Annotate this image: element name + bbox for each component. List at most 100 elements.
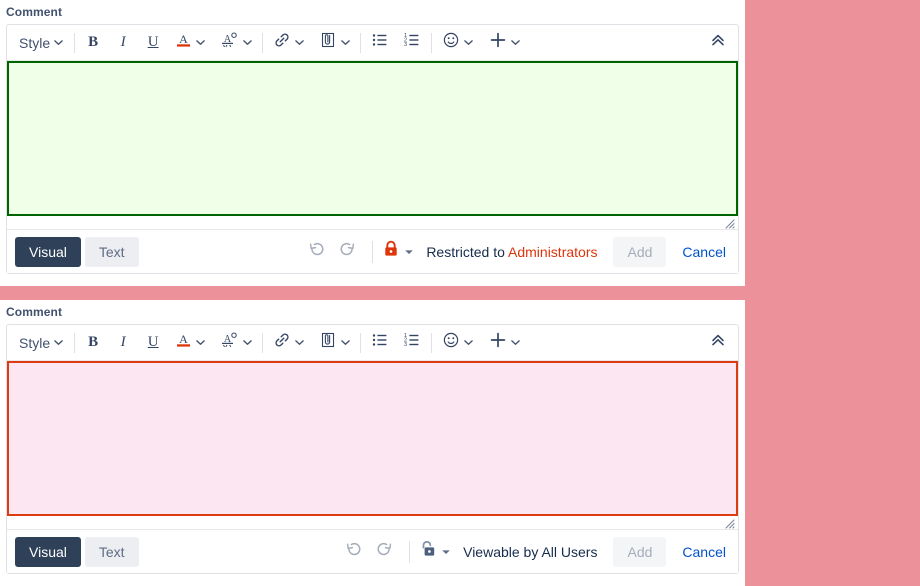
underline-button[interactable]: U — [142, 30, 164, 56]
plus-icon — [489, 331, 507, 354]
chevron-down-icon — [404, 247, 414, 257]
chevron-down-icon — [341, 338, 350, 347]
field-label-comment-2: Comment — [6, 305, 63, 319]
numbered-list-button[interactable]: 1 2 3 — [400, 30, 424, 56]
editor-footer-right-1: Restricted to Administrators Add Cancel — [302, 236, 730, 267]
chevron-down-icon — [464, 38, 473, 47]
comment-editor-panel-2: Comment Style B I U A A 1 2 3 Visual Tex… — [0, 300, 745, 586]
tab-visual-2[interactable]: Visual — [15, 536, 81, 567]
toolbar-separator — [262, 32, 264, 53]
text-color-icon: A — [175, 31, 192, 54]
highlight-color-button[interactable]: A — [217, 330, 255, 356]
paperclip-icon — [319, 331, 337, 354]
redo-button-2[interactable] — [369, 538, 399, 566]
editor-footer-1: Visual Text Restricted to Administrators… — [7, 229, 738, 273]
chevron-down-icon — [54, 338, 63, 347]
tab-visual-1[interactable]: Visual — [15, 236, 81, 267]
numbered-list-icon: 1 2 3 — [403, 31, 421, 54]
undo-button-1[interactable] — [302, 238, 332, 266]
restriction-prefix-2: Viewable by All Users — [463, 543, 598, 560]
italic-button[interactable]: I — [112, 330, 134, 356]
italic-label: I — [120, 34, 126, 50]
underline-label: U — [147, 334, 159, 350]
resize-handle-icon[interactable] — [723, 216, 735, 229]
chevron-down-icon — [243, 38, 252, 47]
highlight-color-button[interactable]: A — [217, 30, 255, 56]
svg-text:A: A — [179, 32, 188, 46]
collapse-toolbar-button[interactable] — [706, 330, 730, 356]
collapse-toolbar-button[interactable] — [706, 30, 730, 56]
text-color-button[interactable]: A — [172, 30, 208, 56]
chevron-down-icon — [196, 38, 205, 47]
text-color-button[interactable]: A — [172, 330, 208, 356]
editor-toolbar-1: Style B I U A A 1 2 3 — [7, 25, 738, 61]
toolbar-separator — [74, 32, 76, 53]
chevron-down-icon — [464, 338, 473, 347]
footer-separator — [372, 240, 374, 263]
comment-body-1[interactable] — [7, 61, 738, 216]
underline-label: U — [147, 34, 159, 50]
comment-body-2[interactable] — [7, 361, 738, 516]
toolbar-separator — [360, 332, 362, 353]
add-button-2[interactable]: Add — [613, 536, 667, 567]
tab-text-2[interactable]: Text — [84, 536, 139, 567]
link-button[interactable] — [270, 30, 307, 56]
tab-text-1[interactable]: Text — [84, 236, 139, 267]
emoji-button[interactable] — [439, 30, 476, 56]
toolbar-separator — [431, 332, 433, 353]
bold-label: B — [88, 34, 99, 50]
style-dropdown[interactable]: Style — [15, 30, 67, 56]
svg-text:3: 3 — [404, 342, 407, 348]
editor-footer-right-2: Viewable by All Users Add Cancel — [339, 536, 730, 567]
chevron-down-icon — [54, 38, 63, 47]
bold-button[interactable]: B — [82, 330, 104, 356]
cancel-button-1[interactable]: Cancel — [682, 244, 726, 260]
numbered-list-button[interactable]: 1 2 3 — [400, 330, 424, 356]
editor-mode-tabs-1: Visual Text — [15, 236, 139, 267]
insert-more-button[interactable] — [486, 30, 523, 56]
lock-open-icon — [420, 540, 436, 563]
bold-button[interactable]: B — [82, 30, 104, 56]
attachment-button[interactable] — [316, 330, 353, 356]
link-button[interactable] — [270, 330, 307, 356]
editor-footer-2: Visual Text Viewable by All Users Add Ca… — [7, 529, 738, 573]
add-button-1[interactable]: Add — [613, 236, 667, 267]
plus-icon — [489, 31, 507, 54]
page-root: Comment Style B I U A A 1 2 3 Visual Tex… — [0, 0, 920, 586]
bold-label: B — [88, 334, 99, 350]
underline-button[interactable]: U — [142, 330, 164, 356]
restriction-dropdown-1[interactable] — [383, 240, 414, 263]
restriction-label-1: Restricted to Administrators — [426, 244, 597, 260]
numbered-list-icon: 1 2 3 — [403, 331, 421, 354]
cancel-button-2[interactable]: Cancel — [682, 544, 726, 560]
link-icon — [273, 331, 291, 354]
redo-button-1[interactable] — [332, 238, 362, 266]
insert-more-button[interactable] — [486, 330, 523, 356]
bullet-list-button[interactable] — [368, 330, 392, 356]
chevron-down-icon — [295, 338, 304, 347]
undo-icon — [308, 240, 326, 263]
attachment-button[interactable] — [316, 30, 353, 56]
chevron-down-icon — [511, 338, 520, 347]
resize-handle-icon[interactable] — [723, 516, 735, 529]
style-dropdown-label: Style — [19, 334, 51, 351]
editor-resize-row-2 — [7, 516, 738, 529]
style-dropdown[interactable]: Style — [15, 330, 67, 356]
italic-button[interactable]: I — [112, 30, 134, 56]
undo-icon — [345, 540, 363, 563]
highlight-color-icon: A — [220, 331, 239, 354]
bullet-list-icon — [371, 331, 389, 354]
redo-icon — [375, 540, 393, 563]
undo-button-2[interactable] — [339, 538, 369, 566]
chevron-down-icon — [511, 38, 520, 47]
style-dropdown-label: Style — [19, 34, 51, 51]
highlight-color-icon: A — [220, 31, 239, 54]
restriction-dropdown-2[interactable] — [420, 540, 451, 563]
chevron-down-icon — [295, 38, 304, 47]
bullet-list-icon — [371, 31, 389, 54]
restriction-accent-1: Administrators — [508, 243, 598, 260]
emoji-button[interactable] — [439, 330, 476, 356]
toolbar-separator — [360, 32, 362, 53]
bullet-list-button[interactable] — [368, 30, 392, 56]
restriction-label-2: Viewable by All Users — [463, 544, 597, 560]
